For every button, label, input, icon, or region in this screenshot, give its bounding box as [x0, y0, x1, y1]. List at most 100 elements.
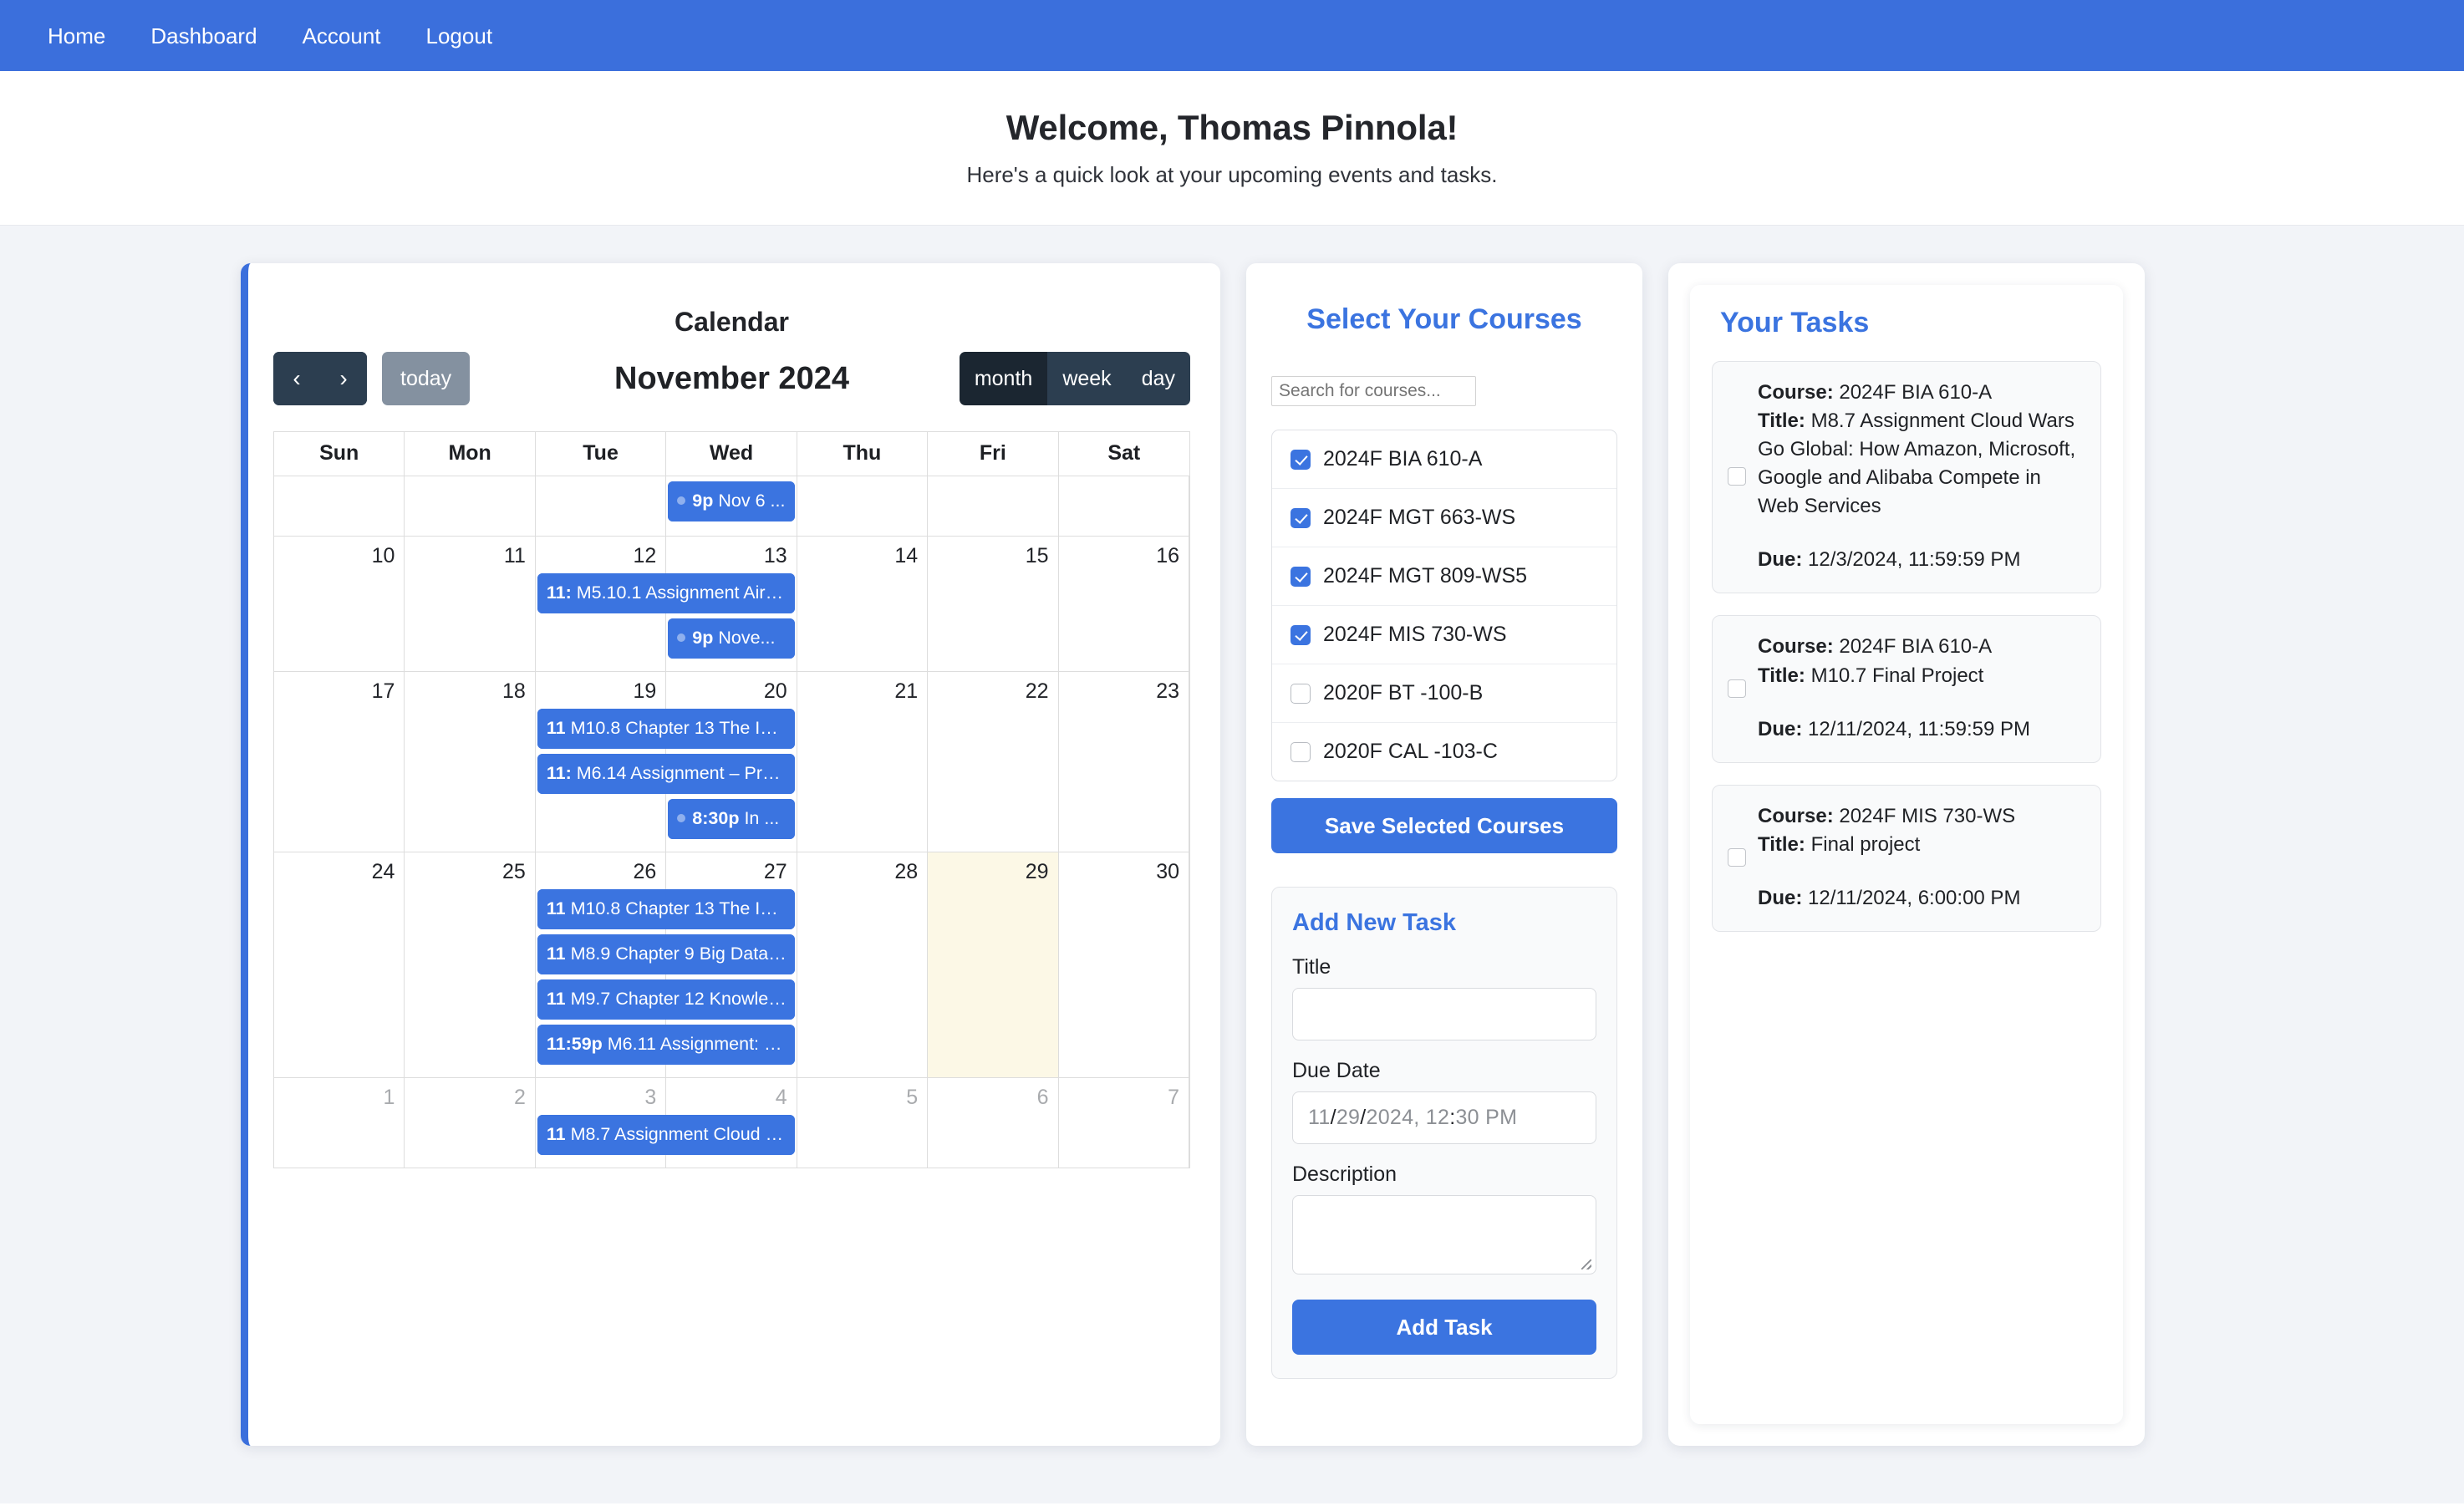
calendar-day-cell[interactable]: 7 — [1059, 1078, 1189, 1168]
course-checkbox[interactable] — [1291, 450, 1311, 470]
calendar-event[interactable]: 11 M10.8 Chapter 13 The Int... — [537, 889, 795, 929]
calendar-day-cell[interactable]: 5 — [797, 1078, 928, 1168]
calendar-day-cell[interactable]: 24 — [274, 852, 405, 1077]
course-list-item[interactable]: 2020F CAL -103-C — [1272, 723, 1616, 781]
task-checkbox[interactable] — [1728, 848, 1746, 867]
calendar-day-cell[interactable] — [274, 476, 405, 536]
calendar-event[interactable]: 11 M9.7 Chapter 12 Knowled... — [537, 979, 795, 1020]
task-title-value: Final project — [1811, 833, 1921, 856]
course-checkbox[interactable] — [1291, 684, 1311, 704]
calendar-day-cell[interactable]: 17 — [274, 672, 405, 852]
task-due-line: Due: 12/3/2024, 11:59:59 PM — [1758, 546, 2082, 574]
task-details: Course: 2024F MIS 730-WSTitle: Final pro… — [1758, 802, 2020, 913]
calendar-day-cell[interactable]: 22 — [928, 672, 1058, 852]
course-search-input[interactable] — [1271, 376, 1476, 406]
view-button-week[interactable]: week — [1047, 352, 1126, 405]
task-description-textarea[interactable] — [1292, 1195, 1596, 1274]
event-time: 11 — [547, 944, 566, 964]
nav-link-dashboard[interactable]: Dashboard — [128, 25, 279, 47]
calendar-day-number: 29 — [928, 852, 1057, 884]
calendar-day-cell[interactable] — [405, 476, 535, 536]
tasks-heading: Your Tasks — [1720, 307, 2101, 339]
calendar-day-cell[interactable]: 1 — [274, 1078, 405, 1168]
weekday-thu: Thu — [797, 432, 928, 476]
calendar-day-cell[interactable]: 28 — [797, 852, 928, 1077]
calendar-week-row: 9p Nov 6 ... — [274, 476, 1189, 537]
calendar-day-cell[interactable] — [928, 476, 1058, 536]
title-field-label: Title — [1292, 955, 1596, 979]
add-task-button[interactable]: Add Task — [1292, 1300, 1596, 1355]
calendar-event[interactable]: 11 M8.9 Chapter 9 Big Data, ... — [537, 934, 795, 974]
calendar-day-cell[interactable]: 10 — [274, 537, 405, 671]
calendar-day-cell[interactable]: 25 — [405, 852, 535, 1077]
calendar-day-cell[interactable]: 11 — [405, 537, 535, 671]
course-label: 2020F BT -100-B — [1323, 681, 1483, 705]
calendar-day-cell[interactable]: 30 — [1059, 852, 1189, 1077]
calendar-event[interactable]: 11: M5.10.1 Assignment Airb... — [537, 573, 795, 613]
view-button-day[interactable]: day — [1127, 352, 1190, 405]
today-button[interactable]: today — [382, 352, 470, 405]
calendar-day-cell[interactable]: 29 — [928, 852, 1058, 1077]
task-course-value: 2024F BIA 610-A — [1839, 635, 1992, 658]
calendar-day-cell[interactable]: 2 — [405, 1078, 535, 1168]
calendar-day-cell[interactable]: 15 — [928, 537, 1058, 671]
task-due-line: Due: 12/11/2024, 11:59:59 PM — [1758, 715, 2030, 744]
calendar-day-number: 26 — [536, 852, 665, 884]
nav-link-logout[interactable]: Logout — [404, 25, 516, 47]
nav-link-home[interactable]: Home — [25, 25, 128, 47]
course-list-item[interactable]: 2024F MGT 663-WS — [1272, 489, 1616, 547]
calendar-day-cell[interactable]: 6 — [928, 1078, 1058, 1168]
task-card[interactable]: Course: 2024F BIA 610-ATitle: M8.7 Assig… — [1712, 361, 2101, 593]
course-checkbox[interactable] — [1291, 508, 1311, 528]
chevron-right-icon[interactable]: › — [320, 352, 367, 405]
task-card[interactable]: Course: 2024F BIA 610-ATitle: M10.7 Fina… — [1712, 615, 2101, 762]
tasks-outer-card: Your Tasks Course: 2024F BIA 610-ATitle:… — [1668, 263, 2145, 1446]
calendar-event[interactable]: 9p Nove... — [668, 618, 794, 659]
calendar-day-number: 16 — [1059, 537, 1189, 568]
task-title-value: M8.7 Assignment Cloud Wars Go Global: Ho… — [1758, 410, 2075, 517]
course-label: 2024F MGT 809-WS5 — [1323, 564, 1527, 588]
chevron-left-icon[interactable]: ‹ — [273, 352, 320, 405]
event-title: M6.11 Assignment: Sti... — [608, 1034, 795, 1054]
calendar-event[interactable]: 11:59p M6.11 Assignment: Sti... — [537, 1025, 795, 1065]
calendar-day-number: 6 — [928, 1078, 1057, 1110]
calendar-event[interactable]: 8:30p In ... — [668, 799, 794, 839]
calendar-day-cell[interactable] — [536, 476, 666, 536]
event-title: Nove... — [718, 628, 775, 648]
task-card[interactable]: Course: 2024F MIS 730-WSTitle: Final pro… — [1712, 785, 2101, 932]
save-selected-courses-button[interactable]: Save Selected Courses — [1271, 798, 1617, 853]
view-button-month[interactable]: month — [960, 352, 1047, 405]
calendar-day-cell[interactable]: 21 — [797, 672, 928, 852]
calendar-day-cell[interactable]: 16 — [1059, 537, 1189, 671]
calendar-event[interactable]: 9p Nov 6 ... — [668, 481, 794, 521]
task-title-input[interactable] — [1292, 988, 1596, 1040]
calendar-day-cell[interactable] — [1059, 476, 1189, 536]
course-list-item[interactable]: 2024F MGT 809-WS5 — [1272, 547, 1616, 606]
calendar-day-number: 1 — [274, 1078, 404, 1110]
task-due-date-input[interactable]: 11/29/2024, 12:30 PM — [1292, 1091, 1596, 1144]
calendar-day-cell[interactable]: 18 — [405, 672, 535, 852]
calendar-event[interactable]: 11 M8.7 Assignment Cloud W... — [537, 1115, 795, 1155]
course-checkbox[interactable] — [1291, 742, 1311, 762]
course-list-item[interactable]: 2020F BT -100-B — [1272, 664, 1616, 723]
course-checkbox[interactable] — [1291, 567, 1311, 587]
add-task-heading: Add New Task — [1292, 909, 1596, 937]
nav-link-account[interactable]: Account — [280, 25, 404, 47]
course-list-item[interactable]: 2024F BIA 610-A — [1272, 430, 1616, 489]
event-time: 11 — [547, 898, 566, 918]
course-checkbox[interactable] — [1291, 625, 1311, 645]
calendar-day-cell[interactable]: 23 — [1059, 672, 1189, 852]
task-checkbox[interactable] — [1728, 679, 1746, 698]
calendar-day-cell[interactable] — [797, 476, 928, 536]
event-time: 11 — [547, 1124, 566, 1144]
calendar-day-number: 15 — [928, 537, 1057, 568]
weekday-fri: Fri — [928, 432, 1058, 476]
event-title: M9.7 Chapter 12 Knowled... — [571, 989, 794, 1009]
tasks-card: Your Tasks Course: 2024F BIA 610-ATitle:… — [1690, 285, 2123, 1424]
calendar-event[interactable]: 11: M6.14 Assignment – Pred... — [537, 754, 795, 794]
calendar-card: Calendar ‹ › today November 2024 month w… — [241, 263, 1220, 1446]
task-checkbox[interactable] — [1728, 467, 1746, 486]
calendar-event[interactable]: 11 M10.8 Chapter 13 The Int... — [537, 709, 795, 749]
calendar-day-cell[interactable]: 14 — [797, 537, 928, 671]
course-list-item[interactable]: 2024F MIS 730-WS — [1272, 606, 1616, 664]
